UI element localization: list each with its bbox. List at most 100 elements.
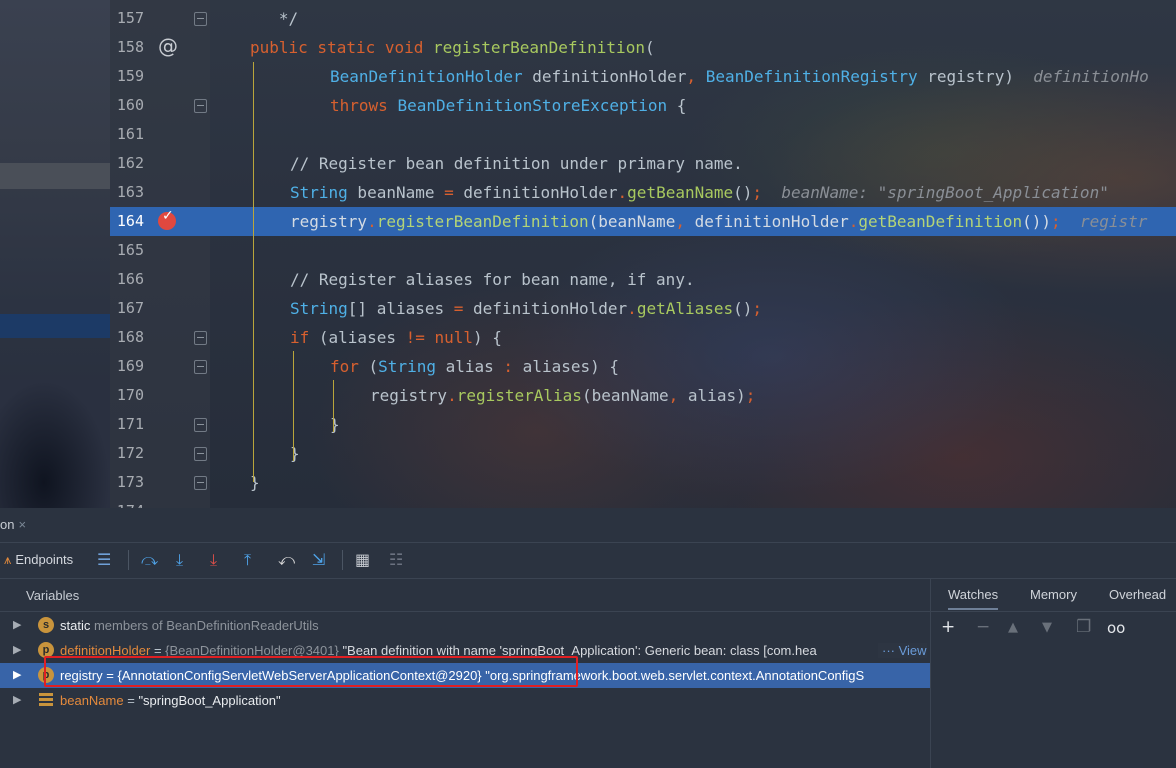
code-line[interactable]: 167 String[] aliases = definitionHolder.… — [110, 294, 1176, 323]
endpoints-tab[interactable]: ⩚ Endpoints — [4, 552, 73, 568]
step-over-icon[interactable]: ⤼ — [141, 550, 158, 570]
code-line[interactable]: 168 if (aliases != null) { — [110, 323, 1176, 352]
show-execution-point-icon[interactable]: ☰ — [97, 550, 111, 569]
code-text: if (aliases != null) { — [290, 328, 502, 347]
force-step-into-icon[interactable]: ⤓ — [210, 550, 217, 570]
line-number: 170 — [116, 386, 144, 404]
close-icon[interactable]: × — [18, 517, 26, 532]
step-out-icon[interactable]: ⤒ — [244, 550, 251, 570]
line-number: 161 — [116, 125, 144, 143]
indent-guide — [253, 62, 254, 482]
toolbar-divider — [342, 550, 343, 570]
add-watch-icon[interactable]: + — [941, 617, 955, 637]
code-line[interactable]: 174 — [110, 497, 1176, 508]
variables-title: Variables — [26, 588, 80, 603]
fold-marker-icon[interactable] — [194, 418, 207, 432]
copy-icon[interactable]: ❐ — [1076, 617, 1091, 637]
line-number: 169 — [116, 357, 144, 375]
code-line[interactable]: 170 registry.registerAlias(beanName, ali… — [110, 381, 1176, 410]
variable-text: beanName = "springBoot_Application" — [60, 693, 281, 708]
watches-panel: Watches Memory Overhead + − ▲ ▼ ❐ oo — [930, 578, 1176, 768]
debug-toolbar: ⩚ Endpoints ☰ ⤼ ⤓ ⤓ ⤒ ⤺ ⇲ ▦ ☷ — [0, 542, 1176, 579]
line-number: 167 — [116, 299, 144, 317]
code-line[interactable]: 171 } — [110, 410, 1176, 439]
step-into-icon[interactable]: ⤓ — [176, 550, 183, 570]
variables-header: Variables — [0, 578, 930, 612]
code-text: } — [250, 473, 260, 492]
inline-hint: beanName: "springBoot_Application" — [781, 183, 1109, 202]
expand-arrow-icon[interactable]: ▶ — [13, 643, 21, 656]
fold-marker-icon[interactable] — [194, 360, 207, 374]
evaluate-expression-icon[interactable]: ▦ — [355, 550, 370, 569]
code-text: String[] aliases = definitionHolder.getA… — [290, 299, 763, 318]
debug-session-tab[interactable]: on × — [0, 517, 26, 532]
fold-marker-icon[interactable] — [194, 447, 207, 461]
line-number: 166 — [116, 270, 144, 288]
remove-watch-icon[interactable]: − — [976, 617, 990, 637]
tab-memory[interactable]: Memory — [1030, 587, 1077, 602]
variable-row[interactable]: ▶ s static members of BeanDefinitionRead… — [0, 613, 930, 638]
fold-marker-icon[interactable] — [194, 331, 207, 345]
variable-name: beanName — [60, 693, 124, 708]
endpoints-icon: ⩚ — [4, 552, 12, 567]
variable-equals: = — [123, 693, 139, 708]
glasses-icon[interactable]: oo — [1107, 619, 1125, 637]
expand-arrow-icon[interactable]: ▶ — [13, 668, 21, 681]
variable-description: members of BeanDefinitionReaderUtils — [93, 618, 319, 633]
code-line[interactable]: 157 */ — [110, 4, 1176, 33]
left-panel-band — [0, 314, 110, 338]
left-panel-background — [0, 0, 110, 508]
code-line[interactable]: 158 @ public static void registerBeanDef… — [110, 33, 1176, 62]
variable-row[interactable]: ▶ beanName = "springBoot_Application" — [0, 688, 930, 713]
indent-guide — [333, 380, 334, 432]
expand-arrow-icon[interactable]: ▶ — [13, 618, 21, 631]
annotation-highlight-box — [44, 656, 578, 687]
code-line[interactable]: 172 } — [110, 439, 1176, 468]
code-text: String beanName = definitionHolder.getBe… — [290, 183, 1109, 202]
run-to-cursor-icon[interactable]: ⇲ — [312, 550, 325, 569]
toolbar-divider — [128, 550, 129, 570]
code-comment: // Register aliases for bean name, if an… — [290, 270, 695, 289]
variable-value: "springBoot_Application" — [138, 693, 281, 708]
code-line[interactable]: 162 // Register bean definition under pr… — [110, 149, 1176, 178]
breakpoint-icon[interactable] — [158, 208, 176, 230]
tab-overhead[interactable]: Overhead — [1109, 587, 1166, 602]
expand-arrow-icon[interactable]: ▶ — [13, 693, 21, 706]
line-number: 159 — [116, 67, 144, 85]
trace-stream-icon[interactable]: ☷ — [389, 550, 403, 569]
watches-toolbar: + − ▲ ▼ ❐ oo — [931, 613, 1176, 643]
code-line[interactable]: 165 — [110, 236, 1176, 265]
tab-watches[interactable]: Watches — [948, 587, 999, 610]
code-line[interactable]: 161 — [110, 120, 1176, 149]
indent-guide — [293, 351, 294, 461]
code-line[interactable]: 169 for (String alias : aliases) { — [110, 352, 1176, 381]
code-line[interactable]: 163 String beanName = definitionHolder.g… — [110, 178, 1176, 207]
line-number: 162 — [116, 154, 144, 172]
left-panel-band — [0, 163, 110, 189]
line-number: 172 — [116, 444, 144, 462]
override-at-icon[interactable]: @ — [158, 34, 178, 58]
code-line[interactable]: 160 throws BeanDefinitionStoreException … — [110, 91, 1176, 120]
move-down-icon[interactable]: ▼ — [1042, 620, 1052, 635]
inline-hint: registr — [1079, 212, 1148, 231]
fold-marker-icon[interactable] — [194, 99, 207, 113]
code-comment: // Register bean definition under primar… — [290, 154, 743, 173]
line-number: 164 — [116, 212, 144, 230]
line-number: 158 — [116, 38, 144, 56]
fold-marker-icon[interactable] — [194, 12, 207, 26]
move-up-icon[interactable]: ▲ — [1008, 620, 1018, 635]
code-text: } — [290, 444, 300, 463]
current-execution-line[interactable]: 164 registry.registerBeanDefinition(bean… — [110, 207, 1176, 236]
code-text: BeanDefinitionHolder definitionHolder, B… — [330, 67, 1149, 86]
code-text: throws BeanDefinitionStoreException { — [330, 96, 687, 115]
view-link[interactable]: ··· View — [878, 643, 927, 658]
code-line[interactable]: 166 // Register aliases for bean name, i… — [110, 265, 1176, 294]
fold-marker-icon[interactable] — [194, 476, 207, 490]
code-text: registry.registerBeanDefinition(beanName… — [290, 212, 1148, 231]
drop-frame-icon[interactable]: ⤺ — [278, 550, 295, 570]
left-panel-band — [0, 380, 110, 508]
code-line[interactable]: 159 BeanDefinitionHolder definitionHolde… — [110, 62, 1176, 91]
code-line[interactable]: 173 } — [110, 468, 1176, 497]
variable-text: static members of BeanDefinitionReaderUt… — [60, 618, 319, 633]
line-number: 160 — [116, 96, 144, 114]
